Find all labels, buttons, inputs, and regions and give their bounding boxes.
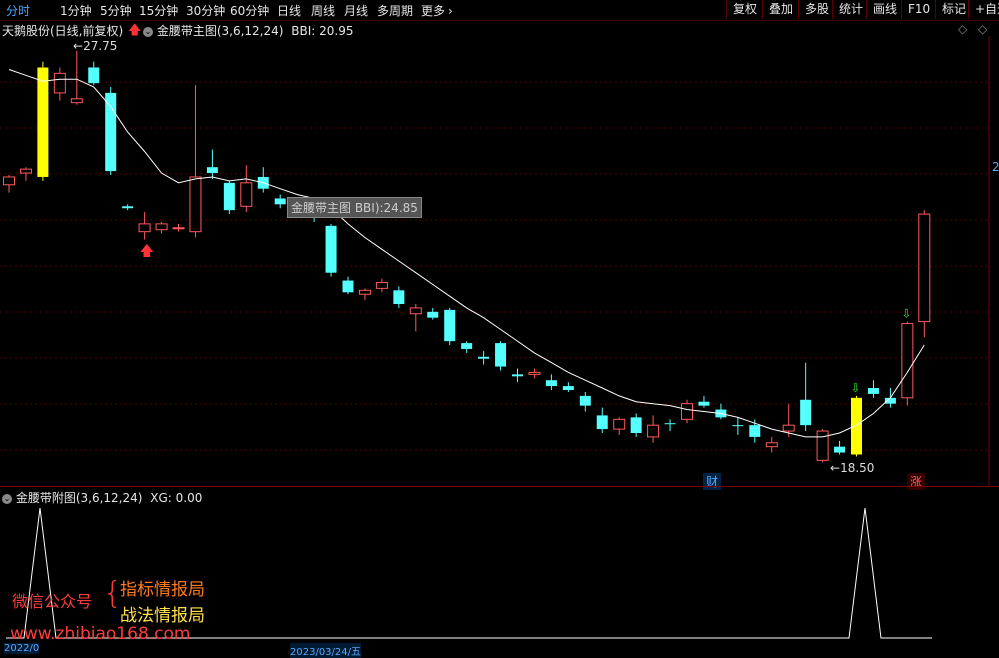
wechat-label: 微信公众号 [12, 592, 93, 611]
candle-body [138, 223, 151, 233]
candle-body [545, 380, 557, 387]
period-toolbar: 分时 1分钟 5分钟 15分钟 30分钟 60分钟 日线 周线 月线 多周期 更… [0, 0, 999, 21]
candle-body [53, 72, 66, 94]
candle-body [512, 374, 523, 377]
candle-body [579, 395, 591, 406]
candle-body [342, 280, 354, 293]
candle-body [375, 282, 388, 289]
candle-body [901, 323, 914, 399]
candle-body [630, 417, 642, 433]
candle-body [409, 307, 422, 315]
buy-arrow-icon: 🡅 [140, 244, 154, 260]
watermark-line1: 指标情报局 [120, 580, 205, 600]
candle-body [70, 98, 83, 104]
candle-body [444, 309, 456, 342]
down-arrow-icon: ⇩ [901, 307, 911, 321]
high-price-label: ←27.75 [73, 39, 118, 53]
stats-button[interactable]: 统计 [832, 0, 869, 19]
candle-body [223, 182, 235, 211]
overlay-button[interactable]: 叠加 [762, 0, 799, 19]
pane-separator [0, 486, 999, 487]
candle-body [732, 425, 744, 427]
candle-body [325, 225, 337, 273]
multi-stock-button[interactable]: 多股 [798, 0, 835, 19]
tab-multi-period[interactable]: 多周期 [377, 2, 413, 19]
candle-body [393, 290, 405, 304]
tab-30min[interactable]: 30分钟 [186, 2, 225, 19]
candle-body [19, 168, 32, 174]
candle-body [461, 343, 473, 349]
candle-body [528, 371, 541, 375]
candle-body [681, 403, 693, 420]
add-favorite-button[interactable]: +自选 [968, 0, 999, 19]
candle-body [596, 415, 608, 430]
f10-button[interactable]: F10 [901, 0, 936, 19]
candle-body [782, 424, 795, 432]
candle-body [478, 356, 490, 359]
low-price-label: ←18.50 [830, 461, 875, 475]
candle-body [918, 213, 931, 323]
candle-body [851, 397, 862, 455]
candle-body [613, 418, 626, 430]
candle-body [172, 227, 185, 230]
tab-15min[interactable]: 15分钟 [139, 2, 178, 19]
mark-button[interactable]: 标记 [935, 0, 972, 19]
main-chart[interactable]: 🡅 ⇩ ⇩ [0, 36, 990, 486]
candle-body [88, 67, 100, 84]
candle-body [495, 343, 507, 367]
diamond-icon[interactable]: ◇ [958, 22, 967, 36]
bbi-tooltip: 金腰带主图 BBI):24.85 [287, 197, 422, 218]
more-label: 更多 [421, 4, 446, 18]
limit-up-marker[interactable]: 涨 [907, 473, 926, 490]
candle-body [816, 430, 829, 461]
sub-indicator-header[interactable]: ⌄ 金腰带附图(3,6,12,24) XG: 0.00 [2, 489, 202, 506]
high-price-value: 27.75 [83, 39, 118, 53]
draw-line-button[interactable]: 画线 [866, 0, 903, 19]
candle-body [358, 289, 371, 295]
candle-body [37, 67, 49, 177]
tab-5min[interactable]: 5分钟 [100, 2, 132, 19]
low-price-value: 18.50 [840, 461, 875, 475]
tab-daily[interactable]: 日线 [277, 2, 301, 19]
xg-value: XG: 0.00 [150, 491, 203, 505]
candle-body [122, 206, 134, 209]
footer-date-left: 2022/0 [4, 643, 40, 654]
fuquan-button[interactable]: 复权 [726, 0, 763, 19]
tab-weekly[interactable]: 周线 [311, 2, 335, 19]
candle-body [105, 92, 117, 172]
watermark-line2: 战法情报局 [120, 606, 205, 626]
candle-body [155, 223, 168, 231]
candle-body [800, 399, 812, 426]
candle-body [206, 167, 218, 174]
candle-body [562, 386, 574, 390]
chevron-down-icon[interactable]: ⌄ [2, 493, 12, 504]
candle-body [765, 442, 778, 448]
candle-body [427, 311, 439, 318]
candle-body [240, 182, 253, 207]
candle-body [189, 176, 202, 233]
candle-body [3, 176, 15, 186]
watermark-url: www.zhibiao168.com [10, 624, 191, 644]
candle-body [664, 423, 676, 425]
tab-monthly[interactable]: 月线 [344, 2, 368, 19]
tab-fenshi[interactable]: 分时 [6, 2, 30, 19]
candle-body [274, 198, 286, 205]
sub-indicator-name: 金腰带附图(3,6,12,24) [15, 491, 143, 505]
chevron-right-icon: › [448, 4, 453, 18]
candle-body [749, 425, 761, 437]
candle-body [867, 388, 879, 394]
down-arrow-icon: ⇩ [851, 381, 861, 395]
candle-body [698, 401, 710, 406]
tab-1min[interactable]: 1分钟 [60, 2, 92, 19]
candle-body [647, 424, 660, 438]
right-axis-label: 2 [992, 160, 999, 174]
tab-60min[interactable]: 60分钟 [230, 2, 269, 19]
settings-diamond-icon[interactable]: ◇ [978, 22, 987, 36]
candle-body [834, 446, 846, 453]
tab-more[interactable]: 更多 › [421, 2, 453, 19]
finance-marker[interactable]: 财 [703, 473, 722, 490]
chevron-down-icon[interactable]: ⌄ [143, 26, 153, 37]
